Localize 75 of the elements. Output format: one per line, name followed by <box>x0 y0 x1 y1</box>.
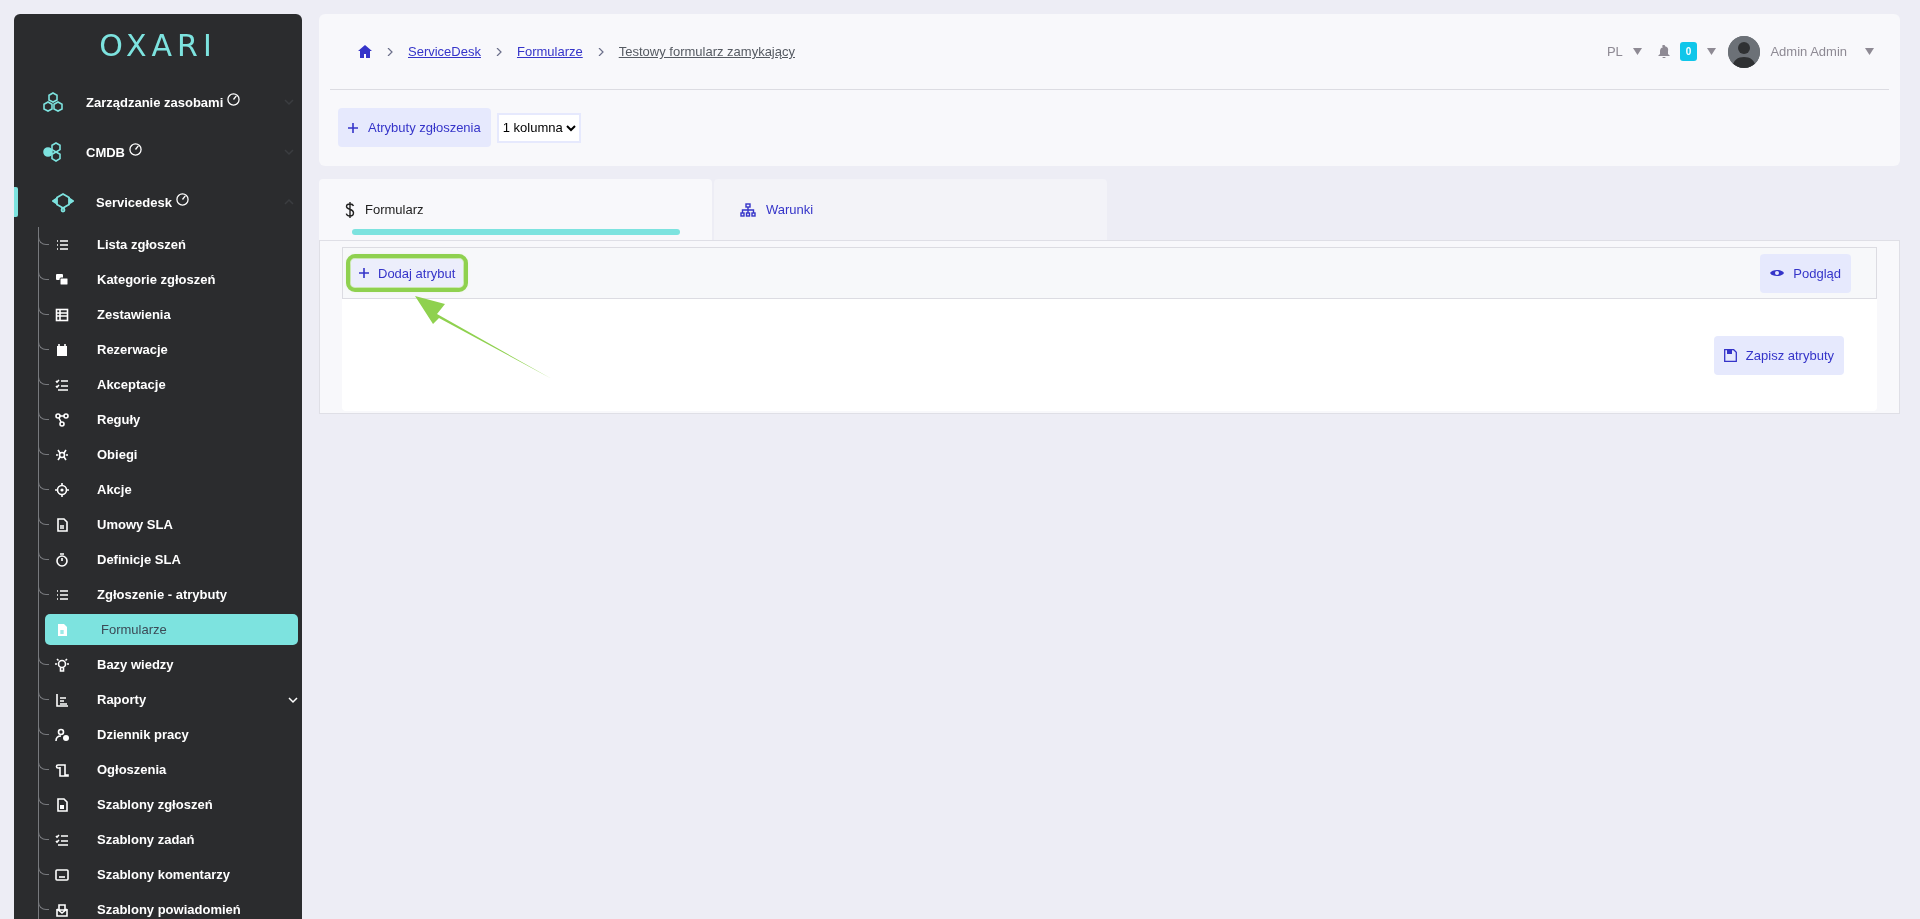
gauge-icon <box>175 192 189 206</box>
menu-icon <box>55 552 69 567</box>
add-attributes-button[interactable]: Atrybuty zgłoszenia <box>338 108 491 147</box>
sidebar-item[interactable]: Reguły <box>39 402 302 437</box>
plus-icon <box>348 122 358 133</box>
eye-icon <box>1770 268 1785 278</box>
menu-icon <box>55 412 69 427</box>
sidebar-item[interactable]: Obiegi <box>39 437 302 472</box>
caret-icon[interactable] <box>1707 48 1717 55</box>
menu-icon <box>55 517 69 532</box>
sidebar-item[interactable]: Kategorie zgłoszeń <box>39 262 302 297</box>
hexagon-icon <box>42 91 64 113</box>
module-label[interactable]: CMDB <box>86 144 125 160</box>
menu-icon <box>55 587 69 602</box>
avatar-icon[interactable] <box>1728 35 1761 68</box>
chevron-right-icon <box>386 47 394 56</box>
home-icon[interactable] <box>358 45 372 58</box>
sidebar-item[interactable]: Akcje <box>39 472 302 507</box>
menu-icon <box>55 902 69 917</box>
menu-icon <box>55 342 69 357</box>
menu-icon <box>55 272 69 287</box>
sidebar-item[interactable]: Umowy SLA <box>39 507 302 542</box>
tab[interactable]: Warunki <box>714 179 1107 240</box>
notification-count: 0 <box>1679 42 1698 61</box>
sidebar-item[interactable]: Szablony komentarzy <box>39 857 302 892</box>
hexagon-icon <box>52 191 74 213</box>
breadcrumb-link[interactable]: ServiceDesk <box>408 44 481 59</box>
hierarchy-icon <box>740 202 756 217</box>
menu-icon <box>55 657 69 672</box>
save-attributes-button[interactable]: Zapisz atrybuty <box>1713 335 1844 375</box>
sidebar-item[interactable]: Zestawienia <box>39 297 302 332</box>
current-page: Testowy formularz zamykający <box>618 44 795 59</box>
menu-icon <box>55 377 69 392</box>
module-label[interactable]: Servicedesk <box>96 194 172 210</box>
menu-icon <box>55 797 69 812</box>
sidebar-item[interactable]: Akceptacje <box>39 367 302 402</box>
gauge-icon <box>129 142 142 156</box>
menu-icon <box>55 867 69 882</box>
menu-icon <box>55 692 69 707</box>
menu-icon <box>55 482 69 497</box>
menu-icon <box>55 447 69 462</box>
sidebar-item[interactable]: Ogłoszenia <box>39 752 302 787</box>
chevron-right-icon <box>494 47 503 56</box>
plus-icon <box>359 268 369 278</box>
menu-icon <box>55 727 69 742</box>
sidebar-item[interactable]: Lista zgłoszeń <box>39 227 302 262</box>
sidebar-item[interactable]: Formularze <box>45 614 298 645</box>
gauge-icon <box>227 92 241 106</box>
menu-icon <box>55 307 69 322</box>
hexagon-icon <box>42 141 64 163</box>
sidebar-item[interactable]: Dziennik pracy <box>39 717 302 752</box>
bell-icon[interactable] <box>1657 45 1670 58</box>
sidebar-item[interactable]: Bazy wiedzy <box>39 647 302 682</box>
menu-icon <box>55 832 69 847</box>
module-label[interactable]: Zarządzanie zasobami <box>86 94 224 110</box>
sidebar-item[interactable]: Raporty <box>39 682 302 717</box>
menu-icon <box>55 622 69 637</box>
sidebar-item[interactable]: Szablony powiadomień <box>39 892 302 919</box>
menu-icon <box>55 237 69 252</box>
tab[interactable]: Formularz <box>319 179 712 240</box>
menu-icon <box>55 762 69 777</box>
sidebar-item[interactable]: Zgłoszenie - atrybuty <box>39 577 302 612</box>
preview-button[interactable]: Podgląd <box>1760 253 1851 293</box>
sidebar-item[interactable]: Rezerwacje <box>39 332 302 367</box>
sidebar-item[interactable]: Definicje SLA <box>39 542 302 577</box>
sidebar-item[interactable]: Szablony zadań <box>39 822 302 857</box>
caret-icon[interactable] <box>1632 48 1642 55</box>
columns-select[interactable]: 1 kolumna <box>496 112 581 143</box>
logo: OXARI <box>99 28 217 63</box>
chevron-right-icon <box>596 47 605 56</box>
breadcrumb-link[interactable]: Formularze <box>516 44 583 59</box>
caret-icon[interactable] <box>1865 48 1874 55</box>
chevron-down-icon[interactable] <box>288 694 298 705</box>
dollar-icon <box>345 201 355 218</box>
sidebar-item[interactable]: Szablony zgłoszeń <box>39 787 302 822</box>
